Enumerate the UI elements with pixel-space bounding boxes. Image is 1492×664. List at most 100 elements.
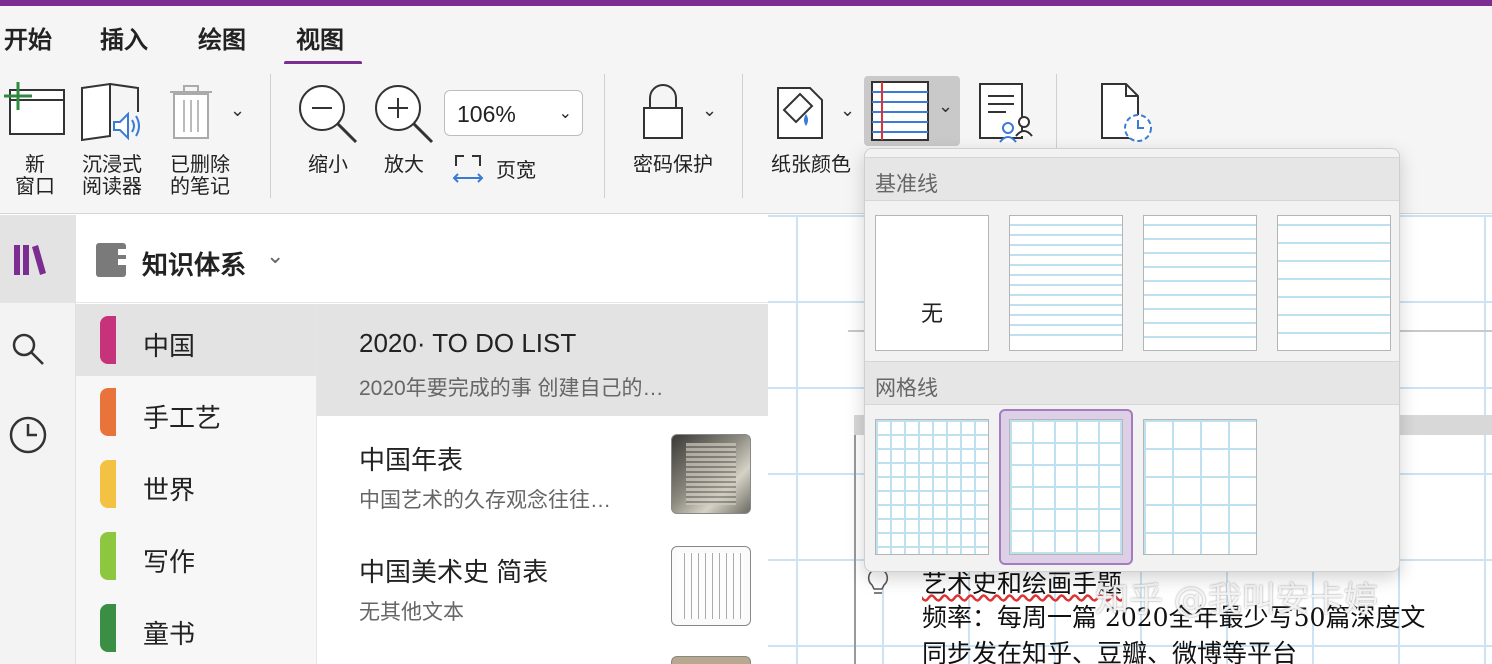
ribbon-tabs: 开始 插入 绘图 视图 — [0, 6, 1492, 65]
chevron-down-icon: ⌄ — [558, 105, 572, 122]
page-history-icon — [1101, 83, 1152, 142]
ruled-lines-preview — [1010, 224, 1122, 342]
rule-college-option[interactable] — [1143, 215, 1257, 351]
page-history-button[interactable] — [1096, 80, 1156, 150]
page-width-icon — [452, 155, 484, 183]
recent-clock-icon[interactable] — [8, 415, 48, 455]
page-width-label: 页宽 — [496, 160, 536, 182]
ruled-paper-icon — [871, 81, 929, 141]
zoom-level-select[interactable]: 106% ⌄ — [444, 90, 583, 136]
grid-medium-option[interactable] — [1009, 419, 1123, 555]
section-color-tab — [100, 604, 116, 652]
section-item[interactable]: 写作 — [76, 520, 316, 592]
tab-insert[interactable]: 插入 — [100, 20, 148, 55]
ruled-lines-preview — [1144, 224, 1256, 342]
search-icon[interactable] — [10, 331, 46, 367]
author-button[interactable] — [976, 80, 1036, 150]
reader-label-1: 沉浸式 — [82, 154, 142, 176]
page-thumbnail — [671, 656, 751, 664]
page-title: 2020· TO DO LIST — [359, 328, 577, 358]
zoom-in-button[interactable]: 放大 — [372, 80, 436, 180]
zoom-out-label: 缩小 — [308, 154, 348, 176]
notebook-header[interactable]: 知识体系 ⌄ — [76, 215, 768, 303]
new-window-button[interactable]: 新 窗口 — [2, 80, 68, 200]
deleted-label-1: 已删除 — [170, 154, 230, 176]
chevron-down-icon: ⌄ — [938, 96, 954, 116]
tab-view[interactable]: 视图 — [296, 20, 344, 55]
section-item[interactable]: 手工艺 — [76, 376, 316, 448]
deleted-notes-button[interactable]: 已删除 的笔记 — [164, 80, 236, 200]
grid-large-option[interactable] — [1143, 419, 1257, 555]
page-item[interactable]: 2020· TO DO LIST 2020年要完成的事 创建自己的… — [317, 304, 769, 416]
page-list: 2020· TO DO LIST 2020年要完成的事 创建自己的… 中国年表 … — [316, 304, 769, 664]
watermark: 知乎 @我叫安卡婷 — [1095, 580, 1378, 620]
note-line-3: 同步发在知乎、豆瓣、微博等平台 — [922, 639, 1298, 664]
section-name: 世界 — [143, 475, 196, 505]
paper-color-label: 纸张颜色 — [771, 154, 851, 176]
rule-none-option[interactable]: 无 — [875, 215, 989, 351]
zoom-out-button[interactable]: 缩小 — [296, 80, 360, 180]
section-item[interactable]: 世界 — [76, 448, 316, 520]
page-item[interactable]: 中国美术史 简表 无其他文本 — [317, 528, 769, 640]
grid-lines-header: 网格线 — [875, 377, 938, 400]
notebook-title: 知识体系 — [142, 250, 247, 280]
rule-wide-option[interactable] — [1277, 215, 1391, 351]
notebooks-nav-button[interactable] — [0, 215, 76, 303]
page-thumbnail — [671, 546, 751, 626]
zoom-level-value: 106% — [457, 101, 516, 127]
rule-lines-header: 基准线 — [875, 173, 938, 196]
deleted-label-2: 的笔记 — [170, 176, 230, 198]
rule-none-label: 无 — [920, 301, 943, 326]
ribbon-divider — [742, 74, 743, 198]
grid-lines-preview — [1144, 420, 1256, 554]
page-preview: 2020年要完成的事 创建自己的… — [359, 377, 664, 400]
author-icon — [979, 83, 1033, 143]
new-window-label-2: 窗口 — [15, 176, 55, 198]
section-item[interactable]: 童书 — [76, 592, 316, 664]
page-width-button[interactable]: 页宽 — [450, 152, 550, 188]
section-color-tab — [100, 532, 116, 580]
paper-color-button[interactable]: 纸张颜色 — [766, 80, 856, 180]
grid-lines-group-header: 网格线 — [865, 361, 1399, 405]
page-title: 中国年表 — [359, 445, 464, 475]
section-list: 中国 手工艺 世界 写作 童书 — [76, 304, 316, 664]
grid-lines-preview — [876, 420, 988, 554]
section-name: 童书 — [143, 619, 196, 649]
tab-home[interactable]: 开始 — [4, 20, 52, 55]
grid-small-option[interactable] — [875, 419, 989, 555]
section-color-tab — [100, 460, 116, 508]
section-name: 手工艺 — [143, 403, 222, 433]
note-container-edge — [854, 435, 856, 664]
paper-color-icon — [777, 87, 823, 139]
notebooks-icon — [14, 245, 46, 275]
ribbon-divider — [270, 74, 271, 198]
chevron-down-icon[interactable]: ⌄ — [840, 100, 855, 121]
immersive-reader-icon — [81, 82, 140, 142]
rule-narrow-option[interactable] — [1009, 215, 1123, 351]
zoom-in-icon — [375, 85, 434, 144]
immersive-reader-button[interactable]: 沉浸式 阅读器 — [78, 80, 146, 200]
grid-lines-preview — [1010, 420, 1122, 554]
page-preview: 无其他文本 — [359, 601, 464, 624]
section-name: 写作 — [143, 547, 196, 577]
page-item[interactable]: 中国年表 中国艺术的久存观念往往… — [317, 416, 769, 528]
page-preview: 中国艺术的久存观念往往… — [359, 489, 611, 512]
chevron-down-icon[interactable]: ⌄ — [702, 100, 717, 121]
page-title: 中国美术史 简表 — [359, 557, 549, 587]
tab-draw[interactable]: 绘图 — [198, 20, 246, 55]
rule-lines-button[interactable]: ⌄ — [864, 76, 960, 146]
ribbon-divider — [604, 74, 605, 198]
new-window-label-1: 新 — [25, 154, 45, 176]
section-name: 中国 — [143, 331, 196, 361]
section-item[interactable]: 中国 — [76, 304, 316, 376]
chevron-down-icon[interactable]: ⌄ — [230, 100, 245, 121]
zoom-out-icon — [299, 85, 358, 144]
new-window-icon — [4, 82, 65, 135]
left-navigation-rail — [0, 215, 76, 664]
zoom-in-label: 放大 — [384, 154, 424, 176]
notebook-icon — [96, 243, 126, 277]
ruled-lines-preview — [1278, 224, 1390, 342]
page-thumbnail — [671, 434, 751, 514]
lock-icon — [643, 84, 683, 139]
password-protect-button[interactable]: 密码保护 — [628, 80, 718, 180]
